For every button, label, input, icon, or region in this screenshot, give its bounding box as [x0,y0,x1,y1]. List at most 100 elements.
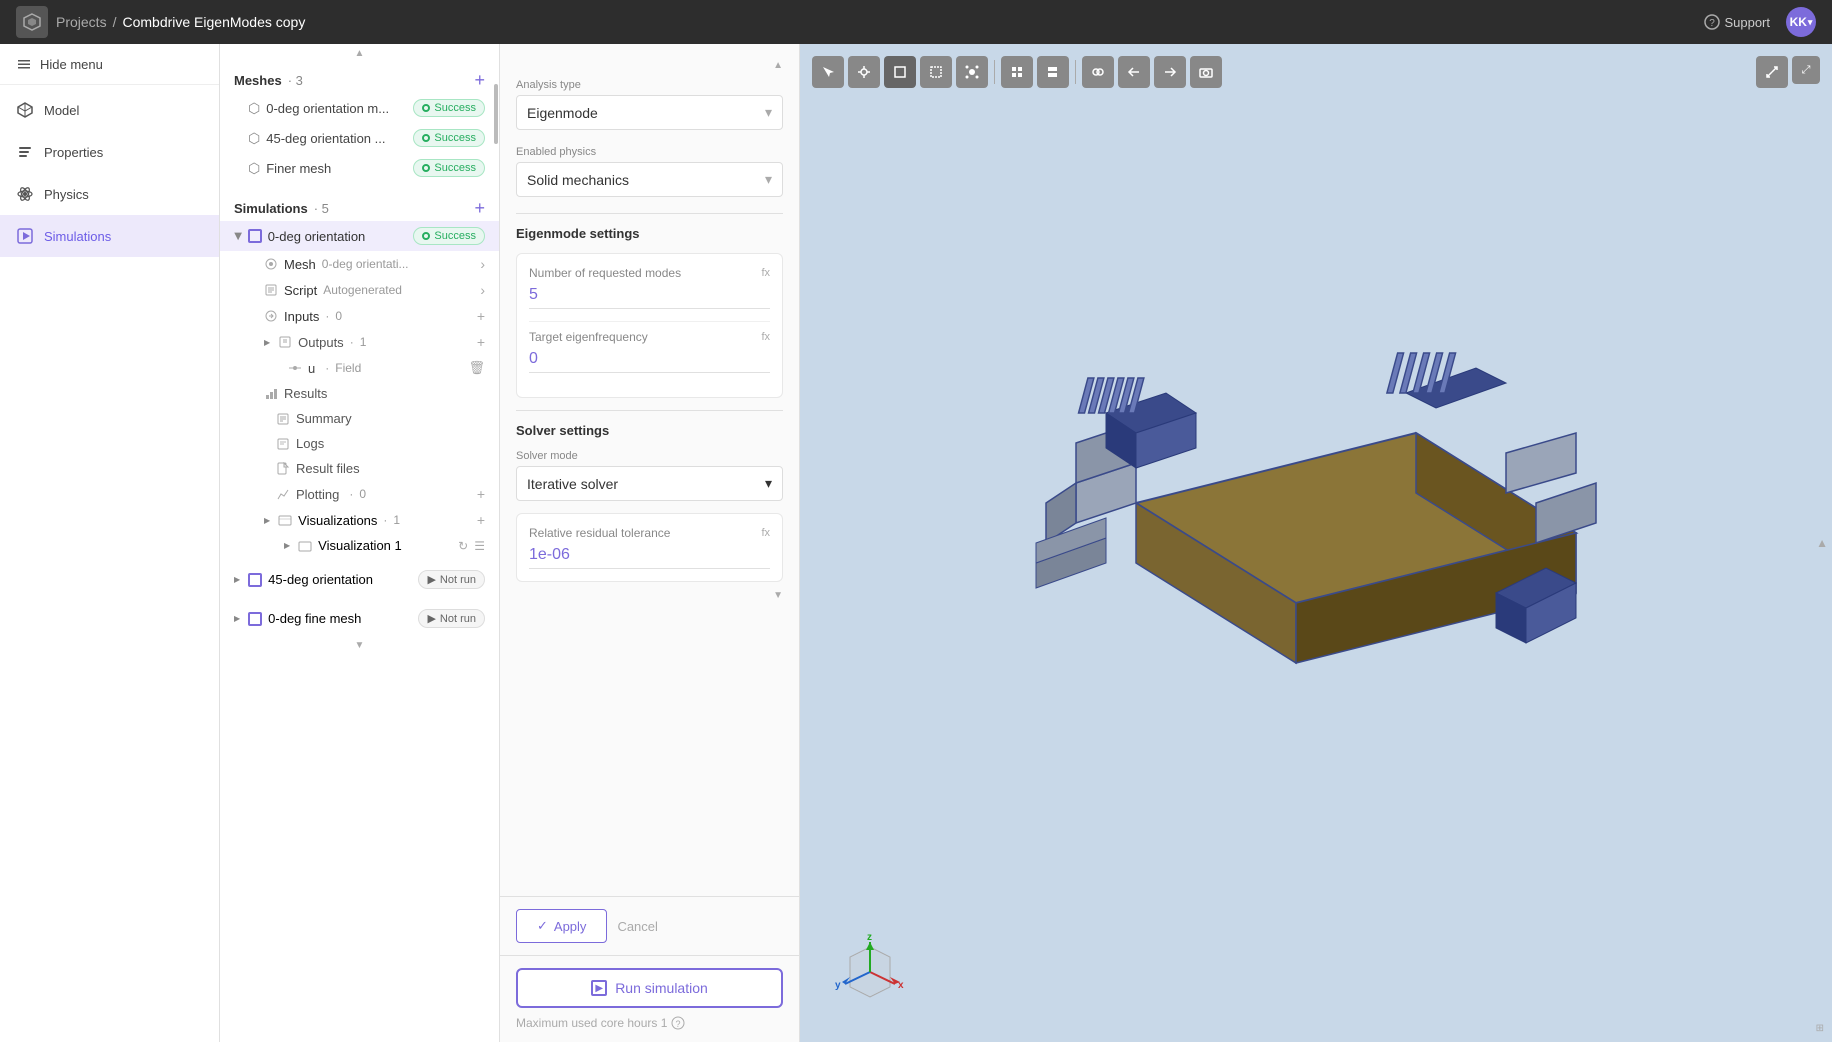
pan-tool-button[interactable] [848,56,880,88]
simulation-2-icon [248,612,262,626]
script-icon [264,283,278,297]
node-select-button[interactable] [956,56,988,88]
box-select-button[interactable] [884,56,916,88]
meshes-section-header: Meshes · 3 + [220,63,499,93]
tolerance-value[interactable]: 1e-06 [529,546,770,569]
apply-button[interactable]: ✓ Apply [516,909,607,943]
visualizations-collapse[interactable]: ▶ [264,516,270,525]
scroll-up-indicator: ▲ [220,44,499,63]
simulations-icon [16,227,34,245]
eigenmode-settings-box: Number of requested modes fx 5 Target ei… [516,253,783,398]
mesh-item-1[interactable]: ⬡ 45-deg orientation ... Success [220,123,499,153]
sim-outputs-left: ▶ Outputs · 1 [264,335,366,350]
analysis-type-arrow: ▾ [765,104,772,121]
vis1-refresh[interactable]: ↻ [458,539,468,553]
vis1-settings[interactable]: ☰ [474,539,485,553]
expand-button[interactable] [1756,56,1788,88]
u-field-delete[interactable]: 🗑 [468,360,485,376]
target-freq-value[interactable]: 0 [529,350,770,373]
num-modes-label: Number of requested modes [529,266,681,280]
projects-link[interactable]: Projects [56,14,107,30]
simulation-item-0[interactable]: ▶ 0-deg orientation Success [220,221,499,251]
grid4-button[interactable] [1001,56,1033,88]
tree-scroll-content[interactable]: ▲ Meshes · 3 + ⬡ 0-deg orientation m... [220,44,499,1042]
tolerance-fx[interactable]: fx [761,527,770,539]
topbar: Projects / Combdrive EigenModes copy ? S… [0,0,1832,44]
simulation-1-status[interactable]: ▶ Not run [418,570,485,589]
outputs-add[interactable]: + [477,334,485,350]
sim-script-item[interactable]: Script Autogenerated › [220,277,499,303]
analysis-type-select[interactable]: Eigenmode ▾ [516,95,783,130]
sidebar-item-simulations[interactable]: Simulations [0,215,219,257]
visualization-1-item[interactable]: ▶ Visualization 1 ↻ ☰ [220,533,499,558]
eigenmode-settings-heading: Eigenmode settings [516,226,783,241]
sim1-collapse[interactable]: ▶ [234,575,240,584]
simulation-1-left: ▶ 45-deg orientation [234,572,373,587]
vis1-collapse[interactable]: ▶ [284,541,290,550]
rect-select-button[interactable] [920,56,952,88]
breadcrumb-separator: / [113,14,117,30]
enabled-physics-select[interactable]: Solid mechanics ▾ [516,162,783,197]
cursor-tool-button[interactable] [812,56,844,88]
sidebar-item-properties[interactable]: Properties [0,131,219,173]
solver-settings-heading: Solver settings [516,423,783,438]
sim2-collapse[interactable]: ▶ [234,614,240,623]
run-simulation-button[interactable]: ▶ Run simulation [516,968,783,1008]
u-field-item[interactable]: u · Field 🗑 [220,355,499,381]
simulation-1-icon [248,573,262,587]
sim-outputs-item[interactable]: ▶ Outputs · 1 + [220,329,499,355]
plotting-add[interactable]: + [477,486,485,502]
add-simulation-button[interactable]: + [474,199,485,217]
num-modes-setting: Number of requested modes fx 5 [529,266,770,309]
mesh-item-2[interactable]: ⬡ Finer mesh Success [220,153,499,183]
3d-model-svg [1016,303,1616,803]
forward-button[interactable] [1154,56,1186,88]
num-modes-fx[interactable]: fx [761,267,770,279]
summary-item[interactable]: Summary [220,406,499,431]
maximize-button[interactable]: ⤢ [1792,56,1820,84]
tree-scrollbar[interactable] [491,44,499,1042]
meshes-title: Meshes · 3 [234,73,303,88]
result-files-item[interactable]: Result files [220,456,499,481]
logs-item[interactable]: Logs [220,431,499,456]
forward-icon [1163,65,1177,79]
add-mesh-button[interactable]: + [474,71,485,89]
simulation-item-1[interactable]: ▶ 45-deg orientation ▶ Not run [220,562,499,597]
sidebar-item-model[interactable]: Model [0,89,219,131]
num-modes-value[interactable]: 5 [529,286,770,309]
sim-mesh-item[interactable]: Mesh 0-deg orientati... › [220,251,499,277]
rect-icon [929,65,943,79]
chain-button[interactable] [1082,56,1114,88]
inputs-add[interactable]: + [477,308,485,324]
mesh-child-action[interactable]: › [480,256,485,272]
sidebar-item-physics[interactable]: Physics [0,173,219,215]
apply-checkmark: ✓ [537,918,548,934]
back-button[interactable] [1118,56,1150,88]
hide-menu-button[interactable]: Hide menu [0,44,219,85]
grid2-button[interactable] [1037,56,1069,88]
result-files-icon [276,462,290,476]
breadcrumb-current: Combdrive EigenModes copy [122,14,305,30]
outputs-collapse[interactable]: ▶ [264,338,270,347]
cancel-button[interactable]: Cancel [617,919,657,934]
simulation-item-2[interactable]: ▶ 0-deg fine mesh ▶ Not run [220,601,499,636]
viewport-scroll-up[interactable]: ▲ [1816,536,1828,550]
plotting-item[interactable]: Plotting · 0 + [220,481,499,507]
visualizations-add[interactable]: + [477,512,485,528]
mesh-status-2: Success [413,159,485,177]
tolerance-label-row: Relative residual tolerance fx [529,526,770,540]
user-avatar[interactable]: KK ▾ [1786,7,1816,37]
target-freq-label-row: Target eigenfrequency fx [529,330,770,344]
simulation-0-collapse[interactable]: ▶ [232,232,243,240]
enabled-physics-arrow: ▾ [765,171,772,188]
visualizations-icon [278,513,292,527]
sim-inputs-item[interactable]: Inputs · 0 + [220,303,499,329]
target-freq-fx[interactable]: fx [761,331,770,343]
simulation-2-status[interactable]: ▶ Not run [418,609,485,628]
mesh-item-0[interactable]: ⬡ 0-deg orientation m... Success [220,93,499,123]
camera-button[interactable] [1190,56,1222,88]
simulations-section-header: Simulations · 5 + [220,191,499,221]
script-child-action[interactable]: › [480,282,485,298]
solver-mode-select[interactable]: Iterative solver ▾ [516,466,783,501]
support-button[interactable]: ? Support [1704,14,1770,30]
